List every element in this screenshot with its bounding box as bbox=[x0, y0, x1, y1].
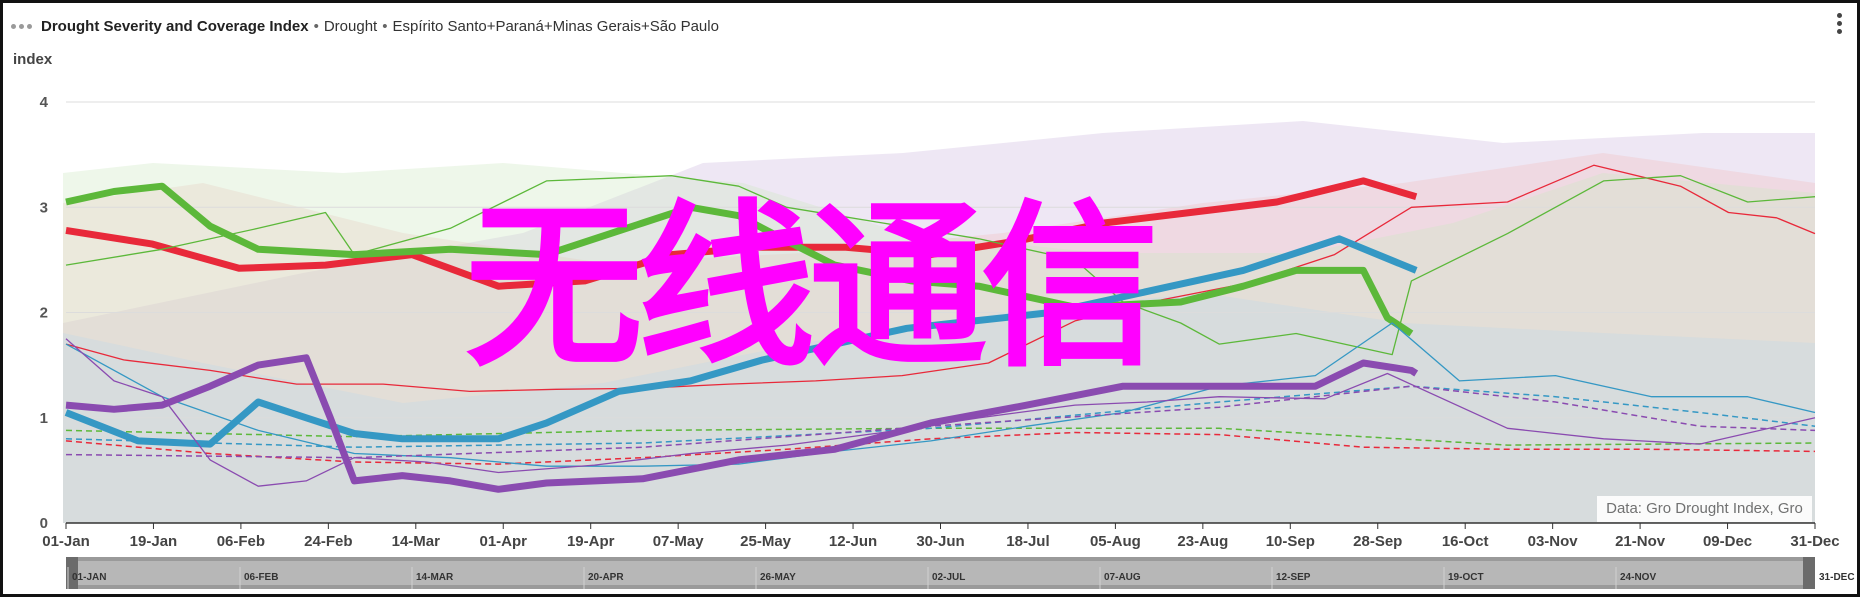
x-tick-label: 01-Apr bbox=[479, 533, 527, 550]
chart-panel: Drought Severity and Coverage Index • Dr… bbox=[0, 0, 1860, 597]
watermark-text: 无线通信 bbox=[465, 184, 1159, 391]
x-tick-label: 16-Oct bbox=[1442, 533, 1489, 550]
x-tick-label: 10-Sep bbox=[1266, 533, 1315, 550]
x-tick-label: 31-Dec bbox=[1790, 533, 1839, 550]
x-tick-label: 23-Aug bbox=[1177, 533, 1228, 550]
y-tick-label: 0 bbox=[40, 515, 48, 532]
navigator[interactable]: 01-JAN 06-FEB 14-MAR 20-APR 26-MAY 02-JUL 07-A… bbox=[66, 557, 1855, 589]
navigator-label: 02-JUL bbox=[932, 572, 965, 583]
x-tick-label: 25-May bbox=[740, 533, 792, 550]
navigator-label: 26-MAY bbox=[760, 572, 796, 583]
y-tick-label: 4 bbox=[40, 94, 49, 111]
data-credit: Data: Gro Drought Index, Gro bbox=[1597, 496, 1812, 522]
x-tick-label: 01-Jan bbox=[42, 533, 90, 550]
navigator-label: 01-JAN bbox=[72, 572, 106, 583]
x-tick-label: 19-Jan bbox=[130, 533, 178, 550]
x-tick-label: 03-Nov bbox=[1528, 533, 1579, 550]
x-tick-label: 07-May bbox=[653, 533, 705, 550]
y-tick-label: 2 bbox=[40, 305, 48, 322]
x-tick-label: 24-Feb bbox=[304, 533, 352, 550]
x-tick-label: 12-Jun bbox=[829, 533, 877, 550]
x-tick-label: 09-Dec bbox=[1703, 533, 1752, 550]
x-tick-label: 21-Nov bbox=[1615, 533, 1666, 550]
x-tick-label: 18-Jul bbox=[1006, 533, 1049, 550]
x-tick-label: 14-Mar bbox=[392, 533, 441, 550]
x-tick-label: 30-Jun bbox=[916, 533, 964, 550]
y-tick-label: 3 bbox=[40, 199, 48, 216]
navigator-right-handle[interactable] bbox=[1803, 557, 1815, 589]
x-axis: 01-Jan 19-Jan 06-Feb 24-Feb 14-Mar 01-Apr 19-A… bbox=[42, 522, 1840, 550]
x-tick-label: 06-Feb bbox=[217, 533, 265, 550]
x-tick-label: 28-Sep bbox=[1353, 533, 1402, 550]
navigator-label: 19-OCT bbox=[1448, 572, 1484, 583]
navigator-label: 24-NOV bbox=[1620, 572, 1656, 583]
navigator-label: 31-DEC bbox=[1819, 572, 1855, 583]
navigator-label: 20-APR bbox=[588, 572, 624, 583]
x-tick-label: 05-Aug bbox=[1090, 533, 1141, 550]
navigator-label: 07-AUG bbox=[1104, 572, 1141, 583]
x-tick-label: 19-Apr bbox=[567, 533, 615, 550]
navigator-label: 14-MAR bbox=[416, 572, 454, 583]
navigator-label: 06-FEB bbox=[244, 572, 278, 583]
navigator-label: 12-SEP bbox=[1276, 572, 1311, 583]
y-tick-label: 1 bbox=[40, 410, 48, 427]
